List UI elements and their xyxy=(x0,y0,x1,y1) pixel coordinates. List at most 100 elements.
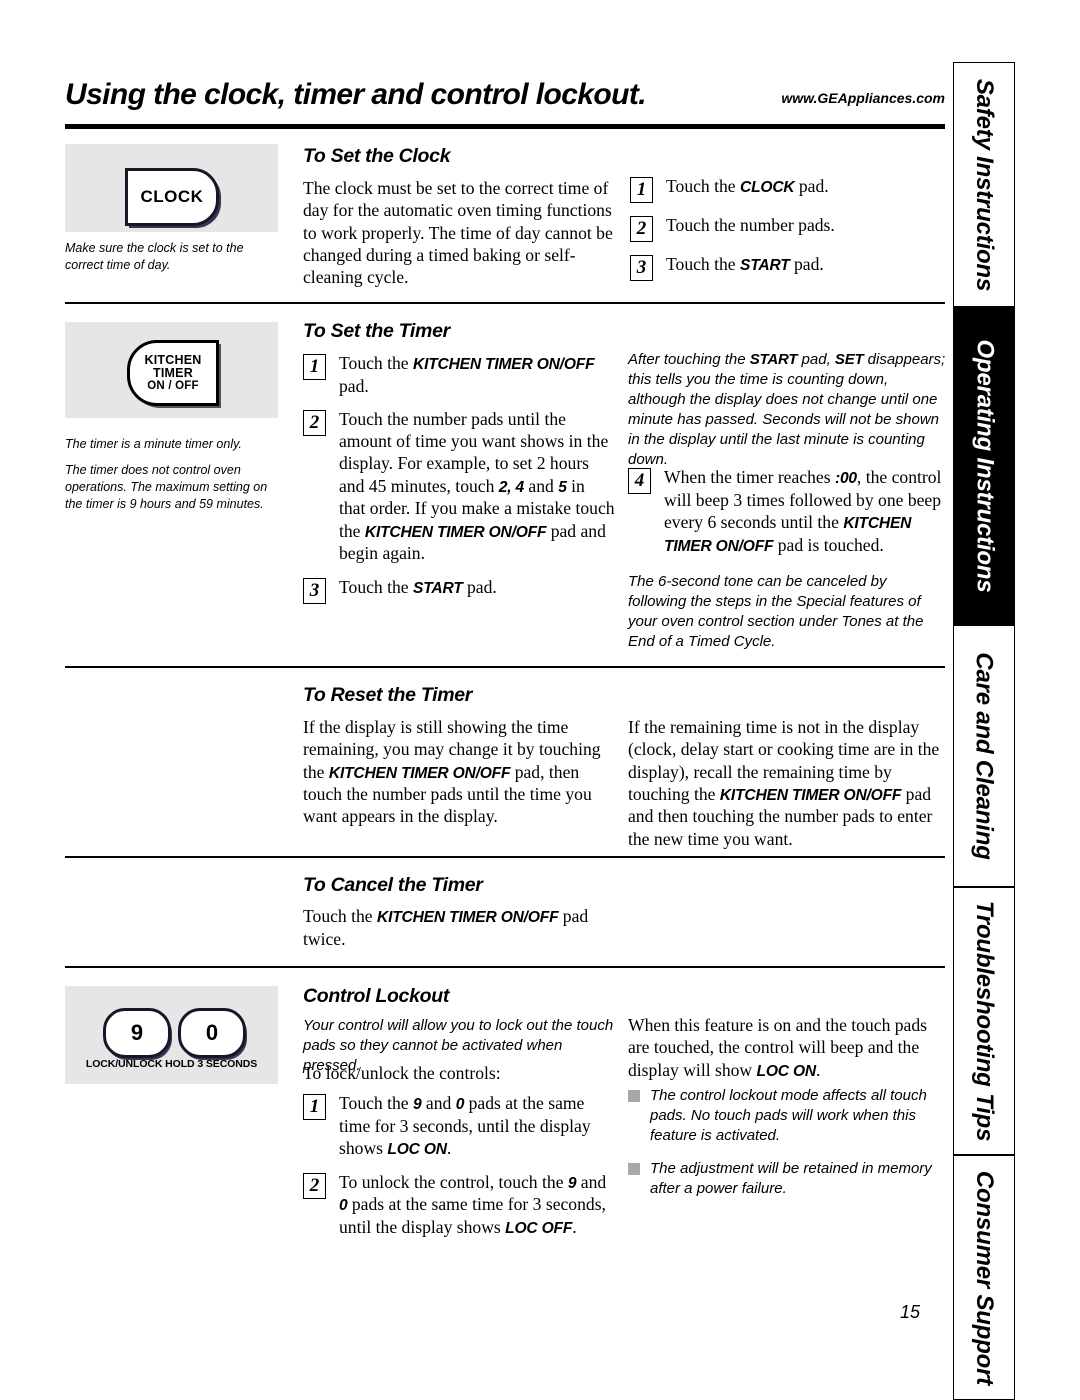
pad-0-label: 0 xyxy=(205,1020,219,1045)
pad-name: 2, 4 xyxy=(498,478,525,496)
tab-label: Safety Instructions xyxy=(971,78,998,291)
heading-set-clock: To Set the Clock xyxy=(303,145,451,167)
set-clock-body-text: The clock must be set to the correct tim… xyxy=(303,178,613,287)
clock-pad-label: CLOCK xyxy=(140,187,204,206)
pad-name: 0 xyxy=(455,1096,465,1113)
clock-note: Make sure the clock is set to the correc… xyxy=(65,240,278,283)
step-number: 2 xyxy=(303,409,326,436)
note-text-e: disappears; this tells you the time is c… xyxy=(628,351,946,468)
step-text-c: and xyxy=(524,475,559,496)
reset-timer-right-text: If the remaining time is not in the disp… xyxy=(628,716,946,850)
step-text: To unlock the control, touch the 9 and 0… xyxy=(339,1171,615,1239)
step-text: Touch the START pad. xyxy=(339,576,497,599)
bullet-square-icon xyxy=(628,1162,640,1175)
pad-name: KITCHEN TIMER ON/OFF xyxy=(364,523,547,541)
tab-care-and-cleaning[interactable]: Care and Cleaning xyxy=(953,625,1015,887)
step-item: 1 Touch the CLOCK pad. xyxy=(630,175,940,203)
step-number: 1 xyxy=(303,1094,326,1120)
step-item: 1 Touch the 9 and 0 pads at the same tim… xyxy=(303,1092,615,1160)
section-divider xyxy=(65,856,945,858)
cancel-timer-body: Touch the KITCHEN TIMER ON/OFF pad twice… xyxy=(303,905,615,963)
step-item: 2 Touch the number pads. xyxy=(630,214,940,242)
step-text: Touch the CLOCK pad. xyxy=(666,175,829,198)
kitchen-timer-pad-illustration: KITCHEN TIMER ON / OFF xyxy=(65,322,278,418)
start-set-note: After touching the START pad, SET disapp… xyxy=(628,350,946,470)
pad-name: KITCHEN TIMER ON/OFF xyxy=(719,786,902,804)
reset-timer-right: If the remaining time is not in the disp… xyxy=(628,716,946,863)
lockout-right-body: When this feature is on and the touch pa… xyxy=(628,1014,946,1094)
section-divider xyxy=(65,666,945,668)
step-number: 1 xyxy=(630,177,653,203)
heading-set-timer: To Set the Timer xyxy=(303,320,450,342)
note-text-c: pad, xyxy=(797,351,835,368)
tab-label: Operating Instructions xyxy=(971,339,998,593)
pad-name: KITCHEN TIMER ON/OFF xyxy=(377,909,559,926)
step-text: Touch the START pad. xyxy=(666,253,824,276)
step-text-post: pad. xyxy=(794,176,829,196)
bullet-text: The adjustment will be retained in memor… xyxy=(650,1159,932,1197)
lockout-lead-text: To lock/unlock the controls: xyxy=(303,1063,501,1083)
text-c: . xyxy=(816,1059,821,1080)
text-g: . xyxy=(572,1217,577,1238)
tab-operating-instructions[interactable]: Operating Instructions xyxy=(953,307,1015,625)
step-text-pre: Touch the xyxy=(666,176,741,196)
number-pad-0-icon: 0 xyxy=(178,1008,246,1058)
tab-label: Troubleshooting Tips xyxy=(971,900,999,1142)
clock-pad-icon: CLOCK xyxy=(125,168,219,226)
lockout-bullets: The control lockout mode affects all tou… xyxy=(628,1086,946,1212)
tab-troubleshooting-tips[interactable]: Troubleshooting Tips xyxy=(953,887,1015,1155)
set-clock-steps: 1 Touch the CLOCK pad. 2 Touch the numbe… xyxy=(630,175,940,292)
step-text-a: When the timer reaches xyxy=(664,467,835,487)
display-value: LOC ON xyxy=(756,1062,817,1080)
step-text: Touch the number pads until the amount o… xyxy=(339,408,615,565)
step-text-pre: Touch the xyxy=(339,576,414,597)
pad-name: 5 xyxy=(558,478,567,496)
lockout-pads-illustration: 9 0 LOCK/UNLOCK HOLD 3 SECONDS xyxy=(65,986,278,1084)
step-text-pre: Touch the number pads. xyxy=(666,215,835,235)
step-text-pre: Touch the xyxy=(339,353,414,373)
lock-unlock-caption: LOCK/UNLOCK HOLD 3 SECONDS xyxy=(85,1058,258,1070)
display-value: LOC ON xyxy=(387,1140,447,1158)
reset-timer-left-text: If the display is still showing the time… xyxy=(303,716,615,828)
text-c: and xyxy=(421,1093,456,1113)
set-timer-right-note: After touching the START pad, SET disapp… xyxy=(628,350,946,483)
step-number: 3 xyxy=(630,255,653,281)
step-item: 3 Touch the START pad. xyxy=(630,253,940,281)
pad-name: KITCHEN TIMER ON/OFF xyxy=(328,764,511,782)
step-text: Touch the 9 and 0 pads at the same time … xyxy=(339,1092,615,1160)
text-a: To unlock the control, touch the xyxy=(339,1171,568,1192)
tab-consumer-support[interactable]: Consumer Support xyxy=(953,1155,1015,1400)
bullet-item: The control lockout mode affects all tou… xyxy=(628,1086,946,1146)
text-c: and xyxy=(576,1171,607,1192)
tone-cancel-note: The 6-second tone can be canceled by fol… xyxy=(628,572,946,665)
display-value: LOC OFF xyxy=(505,1220,573,1238)
text-a: Touch the xyxy=(339,1093,414,1113)
header-rule xyxy=(65,124,945,129)
step-item: 2 Touch the number pads until the amount… xyxy=(303,408,615,565)
step-number: 4 xyxy=(628,468,651,494)
lockout-steps: 1 Touch the 9 and 0 pads at the same tim… xyxy=(303,1092,615,1250)
text-g: . xyxy=(446,1137,452,1158)
page-number: 15 xyxy=(900,1302,921,1322)
lockout-right-text: When this feature is on and the touch pa… xyxy=(628,1014,946,1081)
step-number: 2 xyxy=(303,1172,326,1199)
step-text: When the timer reaches :00, the control … xyxy=(664,466,946,556)
bullet-square-icon xyxy=(628,1090,640,1102)
heading-cancel-timer: To Cancel the Timer xyxy=(303,874,483,896)
kitchen-timer-pad-line1: KITCHEN xyxy=(144,352,202,367)
step-item: 4 When the timer reaches :00, the contro… xyxy=(628,466,946,556)
number-pad-9-icon: 9 xyxy=(103,1008,171,1058)
clock-pad-illustration: CLOCK xyxy=(65,144,278,232)
step-text-post: pad. xyxy=(339,375,369,396)
tab-safety-instructions[interactable]: Safety Instructions xyxy=(953,62,1015,307)
bullet-item: The adjustment will be retained in memor… xyxy=(628,1159,946,1199)
bullet-text: The control lockout mode affects all tou… xyxy=(650,1087,927,1144)
heading-control-lockout: Control Lockout xyxy=(303,985,450,1007)
heading-reset-timer: To Reset the Timer xyxy=(303,684,473,706)
section-divider xyxy=(65,302,945,304)
set-timer-step-4: 4 When the timer reaches :00, the contro… xyxy=(628,466,946,567)
page-header: Using the clock, timer and control locko… xyxy=(65,78,945,126)
manual-page: Using the clock, timer and control locko… xyxy=(0,0,1080,1400)
pad-name: 9 xyxy=(413,1096,422,1113)
note-text-a: After touching the xyxy=(628,351,750,368)
